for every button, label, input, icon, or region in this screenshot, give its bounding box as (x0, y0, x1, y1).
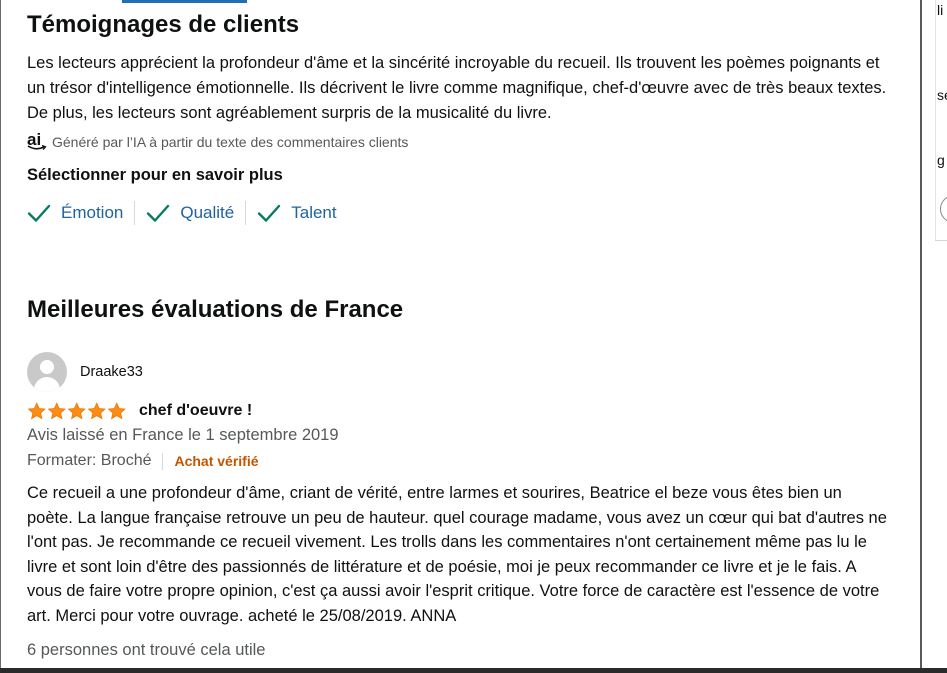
star-rating[interactable] (27, 401, 127, 421)
window-bottom-border (0, 668, 947, 673)
aspect-button-talent[interactable]: Talent (257, 199, 347, 227)
aspect-label: Émotion (61, 203, 124, 222)
check-icon (147, 204, 170, 222)
format-divider (162, 452, 164, 470)
aspect-divider (134, 201, 136, 225)
review-body: Ce recueil a une profondeur d'âme, crian… (27, 484, 887, 625)
review-rating-row: chef d'oeuvre ! (27, 400, 252, 422)
aspect-buttons: Émotion Qualité Talent (27, 199, 348, 227)
ai-note-text: Généré par l’IA à partir du texte des co… (52, 134, 409, 150)
aspect-button-emotion[interactable]: Émotion (27, 199, 134, 227)
verified-purchase-badge: Achat vérifié (174, 453, 259, 469)
review-format-row: Formater: Broché Achat vérifié (27, 452, 259, 470)
format-link[interactable]: Formater: Broché (27, 452, 151, 470)
star-icon (107, 401, 126, 419)
radio-circle-icon[interactable] (940, 195, 947, 223)
star-icon (27, 401, 46, 419)
aspect-button-qualite[interactable]: Qualité (146, 199, 245, 227)
select-to-learn-label: Sélectionner pour en savoir plus (27, 166, 283, 184)
right-panel-fragment: li (937, 2, 944, 18)
reviewer-name[interactable]: Draake33 (80, 364, 143, 380)
helpful-count: 6 personnes ont trouvé cela utile (27, 641, 266, 659)
avatar (27, 352, 67, 392)
aspect-label: Talent (291, 203, 337, 222)
right-panel-edge: li se g (922, 0, 947, 668)
ai-generated-note: ai Généré par l’IA à partir du texte des… (27, 131, 408, 153)
check-icon (258, 204, 281, 222)
active-tab-indicator (122, 0, 247, 3)
star-icon (67, 401, 86, 419)
review-title[interactable]: chef d'oeuvre ! (139, 402, 252, 420)
aspect-label: Qualité (180, 203, 235, 222)
top-reviews-title: Meilleures évaluations de France (27, 296, 404, 323)
right-panel-fragment: se (937, 87, 947, 103)
aspect-divider (245, 201, 247, 225)
customer-says-summary: Les lecteurs apprécient la profondeur d'… (27, 54, 887, 122)
reviewer-profile[interactable]: Draake33 (27, 352, 143, 392)
star-icon (47, 401, 66, 419)
ai-icon: ai (27, 131, 49, 153)
check-icon (27, 204, 51, 222)
customer-says-title: Témoignages de clients (27, 11, 300, 38)
right-panel-fragment: g (937, 152, 945, 168)
star-icon (87, 401, 106, 419)
window-right-border (920, 0, 922, 673)
window-left-border (0, 0, 1, 673)
review-date: Avis laissé en France le 1 septembre 201… (27, 426, 339, 444)
